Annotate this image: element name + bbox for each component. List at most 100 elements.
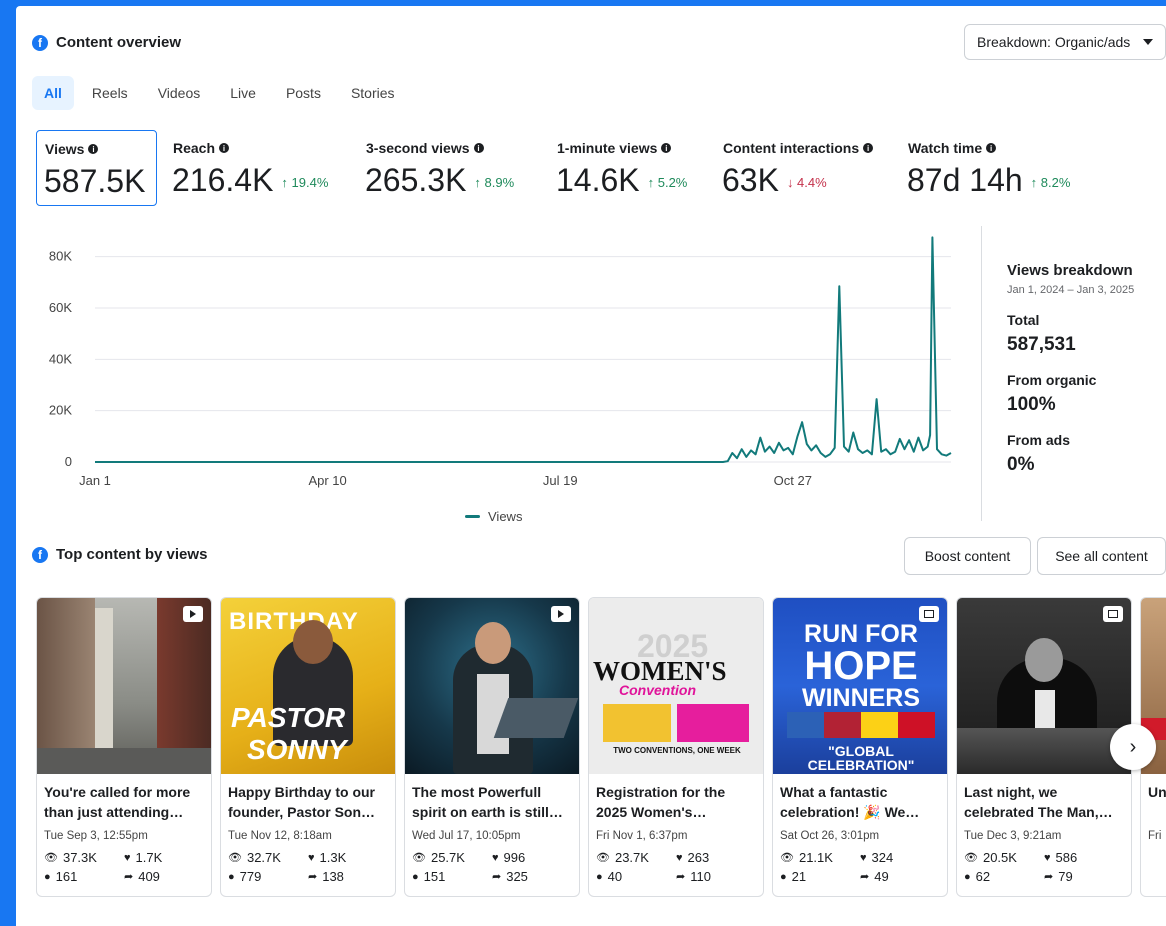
share-icon: ➦ <box>1044 871 1054 883</box>
shares-count: 325 <box>506 869 528 884</box>
y-tick-label: 60K <box>49 300 72 315</box>
comment-icon: ● <box>964 870 971 883</box>
ads-label: From ads <box>1007 432 1071 448</box>
shares-count: 79 <box>1058 869 1073 884</box>
shares-count: 110 <box>690 869 711 884</box>
heart-icon: ♥ <box>1044 851 1051 864</box>
post-thumbnail: BIRTHDAY PASTOR SONNY <box>221 598 395 774</box>
views-count: 20.5K <box>982 850 1017 865</box>
info-icon[interactable]: i <box>88 144 99 154</box>
metric-content-interactions[interactable]: Content interactions i 63K ↓ 4.4% <box>715 130 895 206</box>
content-card[interactable]: RUN FOR HOPE WINNERS "GLOBAL CELEBRATION… <box>772 597 948 897</box>
comment-icon: ● <box>228 870 235 883</box>
ads-value: 0% <box>1007 454 1035 475</box>
card-title: Registration for the 2025 Women's… <box>596 784 726 820</box>
reactions-count: 1.7K <box>135 850 163 865</box>
card-date: Fri Nov 1, 6:37pm <box>596 830 688 842</box>
content-card[interactable]: BIRTHDAY PASTOR SONNY Happy Birthday to … <box>220 597 396 897</box>
total-value: 587,531 <box>1007 334 1076 355</box>
comment-icon: ● <box>44 870 51 883</box>
content-overview-title: Content overview <box>56 34 182 51</box>
chevron-right-icon[interactable]: › <box>1110 724 1156 770</box>
comment-icon: ● <box>780 870 787 883</box>
eye-icon: 👁 <box>780 852 794 864</box>
views-count: 23.7K <box>614 850 649 865</box>
metric-label: 1-minute views <box>557 140 658 156</box>
metric-change: ↑ 5.2% <box>647 175 688 190</box>
caret-down-icon <box>1143 39 1153 45</box>
thumbnail-text: PASTOR <box>231 702 346 733</box>
reactions-count: 263 <box>687 850 710 865</box>
legend-swatch <box>465 515 480 518</box>
card-title: The most Powerfull spirit on earth is st… <box>412 784 563 820</box>
share-icon: ➦ <box>676 871 686 883</box>
heart-icon: ♥ <box>492 851 499 864</box>
thumbnail-text: HOPE <box>804 644 918 688</box>
tab-all[interactable]: All <box>32 76 74 110</box>
metric-value: 63K <box>722 162 779 198</box>
metric-1-minute-views[interactable]: 1-minute views i 14.6K ↑ 5.2% <box>549 130 709 206</box>
x-tick-label: Jul 19 <box>543 473 578 488</box>
views-count: 25.7K <box>430 850 465 865</box>
tab-videos[interactable]: Videos <box>146 76 213 110</box>
see-all-content-button[interactable]: See all content <box>1037 537 1166 575</box>
reactions-count: 996 <box>503 850 526 865</box>
metric-views[interactable]: Views i 587.5K <box>36 130 157 206</box>
x-tick-label: Apr 10 <box>308 473 346 488</box>
tab-stories[interactable]: Stories <box>339 76 407 110</box>
tab-live[interactable]: Live <box>218 76 268 110</box>
card-date: Sat Oct 26, 3:01pm <box>780 830 880 842</box>
shares-count: 49 <box>874 869 889 884</box>
content-card[interactable]: The most Powerfull spirit on earth is st… <box>404 597 580 897</box>
card-date: Tue Dec 3, 9:21am <box>964 830 1062 842</box>
metric-label: Watch time <box>908 140 983 156</box>
boost-content-button[interactable]: Boost content <box>904 537 1031 575</box>
metric-3-second-views[interactable]: 3-second views i 265.3K ↑ 8.9% <box>358 130 538 206</box>
total-label: Total <box>1007 312 1040 328</box>
views-line-chart: 0 20K 40K 60K 80K Jan 1 Apr 10 Jul 19 Oct 27 View… <box>49 236 952 524</box>
breakdown-dropdown[interactable]: Breakdown: Organic/ads <box>964 24 1166 60</box>
metric-watch-time[interactable]: Watch time i 87d 14h ↑ 8.2% <box>900 130 1100 206</box>
comment-icon: ● <box>596 870 603 883</box>
views-series-line[interactable] <box>95 236 952 463</box>
info-icon[interactable]: i <box>473 143 484 153</box>
content-card[interactable]: You're called for more than just attendi… <box>36 597 212 897</box>
video-icon <box>183 606 203 622</box>
metric-change: ↑ 8.2% <box>1030 175 1071 190</box>
share-icon: ➦ <box>492 871 502 883</box>
content-card[interactable]: Last night, we celebrated The Man,… Tue … <box>956 597 1132 897</box>
tab-posts[interactable]: Posts <box>274 76 333 110</box>
info-icon[interactable]: i <box>863 143 874 153</box>
photo-icon <box>1103 606 1123 622</box>
info-icon[interactable]: i <box>986 143 997 153</box>
reactions-count: 586 <box>1055 850 1078 865</box>
info-icon[interactable]: i <box>219 143 230 153</box>
thumbnail-text: Convention <box>619 682 696 698</box>
eye-icon: 👁 <box>596 852 610 864</box>
info-icon[interactable]: i <box>661 143 672 153</box>
metric-value: 265.3K <box>365 162 467 198</box>
metric-label: Content interactions <box>723 140 860 156</box>
card-title: What a fantastic celebration! 🎉 We… <box>780 784 920 820</box>
reactions-count: 1.3K <box>319 850 347 865</box>
views-count: 21.1K <box>798 850 833 865</box>
card-date: Fri <box>1148 830 1162 842</box>
organic-value: 100% <box>1007 394 1056 415</box>
metric-value: 216.4K <box>172 162 274 198</box>
content-card[interactable]: 2025 WOMEN'S Convention TWO CONVENTIONS,… <box>588 597 764 897</box>
post-thumbnail <box>405 598 579 774</box>
share-icon: ➦ <box>308 871 318 883</box>
eye-icon: 👁 <box>44 852 58 864</box>
metric-reach[interactable]: Reach i 216.4K ↑ 19.4% <box>165 130 345 206</box>
organic-label: From organic <box>1007 372 1097 388</box>
legend-label: Views <box>488 509 523 524</box>
y-tick-label: 20K <box>49 403 72 418</box>
card-date: Tue Sep 3, 12:55pm <box>44 830 148 842</box>
heart-icon: ♥ <box>124 851 131 864</box>
photo-icon <box>919 606 939 622</box>
metric-value: 587.5K <box>44 163 146 199</box>
card-title: Un Mi… <box>1148 784 1166 800</box>
post-thumbnail <box>957 598 1131 774</box>
comment-icon: ● <box>412 870 419 883</box>
tab-reels[interactable]: Reels <box>80 76 140 110</box>
